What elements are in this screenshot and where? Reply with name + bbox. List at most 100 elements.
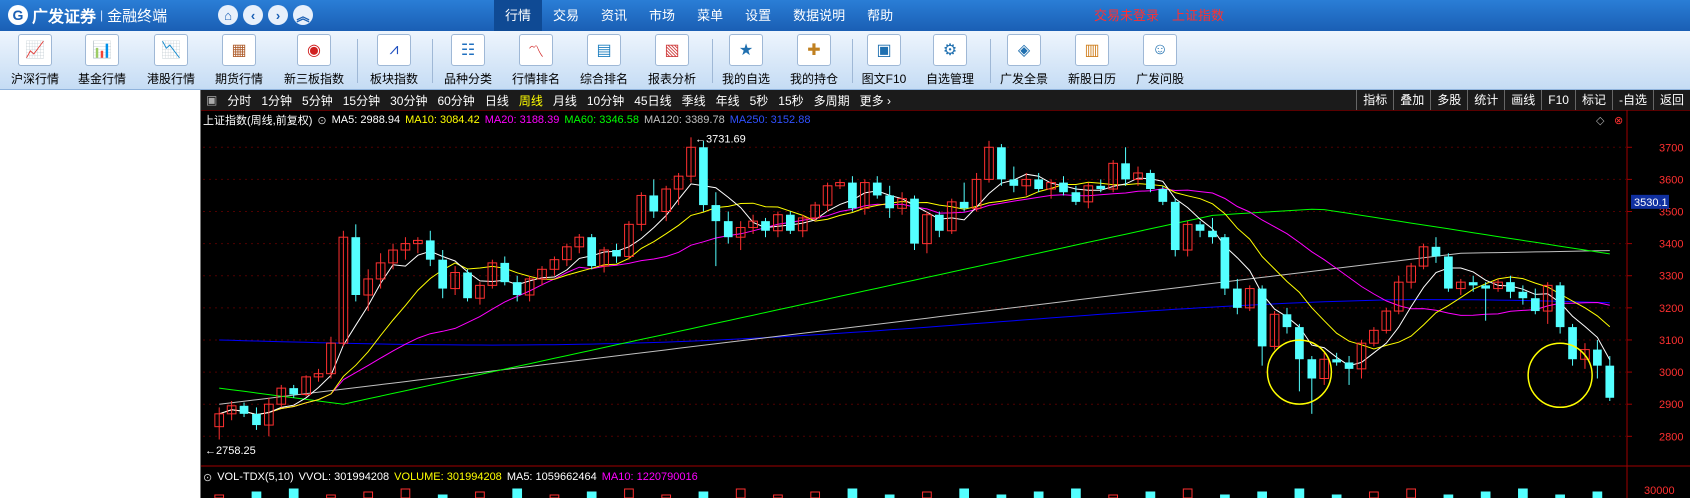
trade-login-status[interactable]: 交易未登录: [1094, 0, 1159, 31]
candle-body: [1605, 365, 1615, 398]
max-price-label: ←3731.69: [695, 133, 746, 145]
menu-settings[interactable]: 设置: [734, 0, 782, 31]
candle-body: [1431, 246, 1441, 257]
candle-body: [1009, 179, 1019, 186]
toolbar-sector[interactable]: ⩘ 板块指数: [368, 34, 420, 88]
indicator-name: 上证指数(周线,前复权): [203, 115, 313, 127]
neeq-icon: ◉: [297, 34, 331, 66]
volume-bar: [1294, 488, 1305, 498]
candle-body: [1208, 230, 1217, 238]
volume-bar: [810, 491, 821, 498]
menu-help[interactable]: 帮助: [856, 0, 904, 31]
volume-bar: [1480, 491, 1491, 498]
y-tick-label: 3400: [1659, 239, 1683, 251]
toolbar-hk[interactable]: 📉 港股行情: [145, 34, 197, 88]
ma10-label: MA10: 3084.42: [405, 114, 480, 126]
volume-bar: [586, 491, 597, 498]
toolbar-calendar[interactable]: ▥ 新股日历: [1066, 34, 1118, 88]
menu-data-notes[interactable]: 数据说明: [782, 0, 856, 31]
toolbar-ranking[interactable]: 〽行情排名: [510, 34, 562, 88]
candle-body: [1307, 359, 1317, 379]
candle-body: [1170, 201, 1180, 251]
volume-bar: [1369, 491, 1379, 498]
menu-trade[interactable]: 交易: [542, 0, 590, 31]
kline-chart-panel: ▣ 分时 1分钟 5分钟 15分钟 30分钟 60分钟 日线 周线 月线 10分…: [201, 90, 1690, 498]
volume-bar: [735, 488, 746, 498]
menu-quotes[interactable]: 行情: [494, 0, 543, 31]
menu-news[interactable]: 资讯: [590, 0, 638, 31]
candle-body: [1332, 359, 1341, 363]
toolbar-report[interactable]: ▧ 报表分析: [646, 34, 698, 88]
y-tick-label: 3700: [1659, 142, 1683, 154]
menu-market[interactable]: 市场: [638, 0, 686, 31]
volume-label: VOLUME: 301994208: [394, 471, 502, 483]
toolbar-holdings[interactable]: ✚ 我的持仓: [788, 34, 840, 88]
candle-body: [239, 405, 249, 414]
candle-body: [997, 147, 1006, 180]
ma120-label: MA120: 3389.78: [643, 114, 725, 126]
back-icon[interactable]: ‹: [243, 5, 263, 25]
candle-body: [649, 195, 659, 212]
volume-dropdown-icon[interactable]: ⊙: [203, 471, 212, 484]
candle-body: [1593, 349, 1602, 366]
ask-icon: ☺: [1143, 34, 1177, 66]
candle-body: [1195, 224, 1205, 231]
volume-bar: [1592, 491, 1603, 498]
candle-body: [1530, 298, 1540, 312]
candle-body: [351, 237, 361, 295]
toolbar-panorama[interactable]: ◈ 广发全景: [998, 34, 1050, 88]
toolbar-f10[interactable]: ▣ 图文F10: [858, 34, 910, 88]
candle-body: [500, 262, 510, 283]
toolbar-futures[interactable]: ▦ 期货行情: [213, 34, 265, 88]
vvol-label: VVOL: 301994208: [298, 471, 390, 483]
candle-body: [425, 240, 435, 260]
futures-icon: ▦: [222, 34, 256, 66]
toolbar-watchlist[interactable]: ★ 我的自选: [720, 34, 772, 88]
toolbar-fund[interactable]: 📊 基金行情: [76, 34, 128, 88]
vol-ma5-label: MA5: 1059662464: [506, 471, 597, 483]
y-tick-label: 3000: [1659, 367, 1683, 379]
candle-body: [1282, 314, 1292, 328]
candle-body: [1158, 189, 1168, 202]
f10-icon: ▣: [867, 34, 901, 66]
toolbar-divider: [712, 39, 713, 83]
forward-icon[interactable]: ›: [268, 5, 288, 25]
toolbar-manage[interactable]: ⚙ 自选管理: [924, 34, 976, 88]
watchlist-icon: ★: [729, 34, 763, 66]
composite-icon: ▤: [587, 34, 621, 66]
ma20-label: MA20: 3188.39: [484, 114, 560, 126]
toolbar-divider: [852, 39, 853, 83]
toolbar-divider: [432, 39, 433, 83]
y-tick-label: 3200: [1659, 303, 1683, 315]
current-index-link[interactable]: 上证指数: [1172, 0, 1224, 31]
toolbar-neeq[interactable]: ◉ 新三板指数: [283, 34, 345, 88]
volume-bar: [698, 491, 709, 498]
report-icon: ▧: [655, 34, 689, 66]
toolbar-category[interactable]: ☷ 品种分类: [442, 34, 494, 88]
indicator-dropdown-icon[interactable]: ⊙: [317, 114, 326, 127]
volume-axis-label: 30000: [1644, 485, 1675, 497]
toolbar-ask[interactable]: ☺ 广发问股: [1134, 34, 1186, 88]
volume-bar: [512, 488, 523, 498]
volume-bar: [922, 491, 932, 498]
title-menu-bar: G 广发证券 | 金融终端 ⌂ ‹ › ︽ 行情 交易 资讯 市场 菜单 设置 …: [0, 0, 1690, 31]
collapse-icon[interactable]: ︽: [293, 5, 313, 25]
candle-body: [872, 182, 882, 196]
candle-body: [1344, 362, 1354, 369]
candle-body: [1568, 327, 1577, 360]
panorama-icon: ◈: [1007, 34, 1041, 66]
volume-bar: [1182, 488, 1193, 498]
toolbar-composite[interactable]: ▤ 综合排名: [578, 34, 630, 88]
menu-menu[interactable]: 菜单: [686, 0, 734, 31]
candle-body: [1034, 179, 1044, 190]
holdings-icon: ✚: [797, 34, 831, 66]
volume-bar: [1071, 488, 1081, 498]
candle-body: [959, 201, 969, 209]
home-icon[interactable]: ⌂: [218, 5, 238, 25]
kline-chart[interactable]: 2800290030003100320033003400350036003700…: [201, 90, 1690, 498]
toolbar-hushen[interactable]: 📈 沪深行情: [9, 34, 61, 88]
volume-legend: ⊙ VOL-TDX(5,10) VVOL: 301994208 VOLUME: …: [203, 469, 703, 485]
brand: G 广发证券 | 金融终端: [8, 4, 167, 26]
main-menu: 行情 交易 资讯 市场 菜单 设置 数据说明 帮助: [494, 0, 904, 31]
category-icon: ☷: [451, 34, 485, 66]
